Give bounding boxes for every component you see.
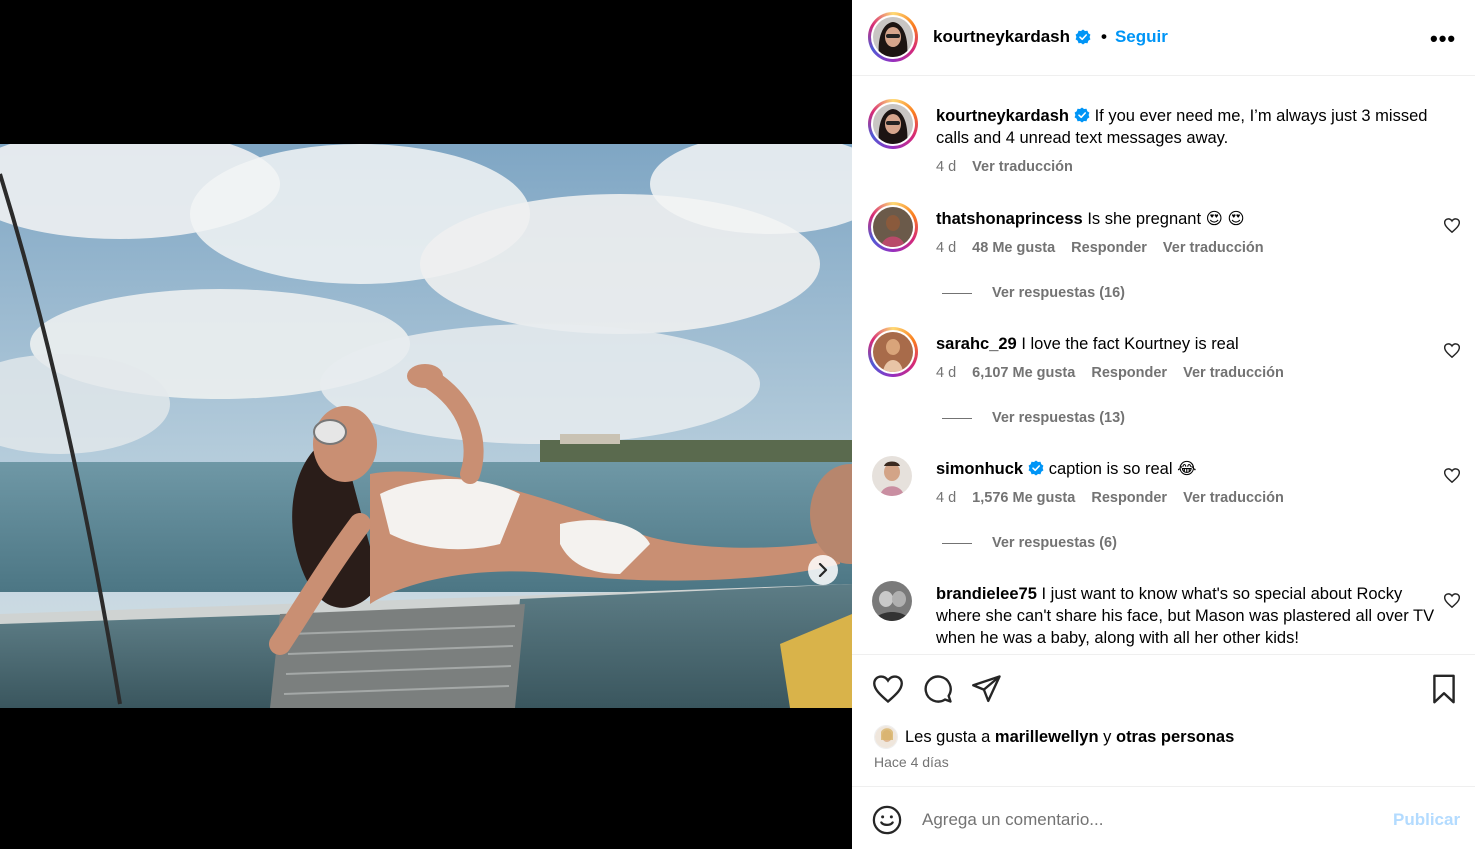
- comments-list: kourtneykardash If you ever need me, I’m…: [852, 77, 1475, 653]
- view-replies-button[interactable]: Ver respuestas (13): [942, 410, 1125, 426]
- reply-button[interactable]: Responder: [1071, 240, 1147, 256]
- comment-text: Is she pregnant 😍 😍: [1087, 210, 1245, 228]
- commenter-photo: [872, 581, 912, 621]
- emoji-icon[interactable]: [872, 805, 902, 835]
- comment-meta: 4 d 1,576 Me gusta Responder Ver traducc…: [936, 490, 1300, 506]
- comment-text: caption is so real 😂: [1048, 460, 1197, 478]
- comment-icon[interactable]: [923, 674, 953, 704]
- beach-boat-photo: [0, 144, 852, 708]
- comment-text-block: thatshonaprincess Is she pregnant 😍 😍: [936, 208, 1446, 230]
- commenter-photo: [873, 207, 913, 247]
- add-comment-bar: Publicar: [852, 786, 1475, 849]
- save-bookmark-icon[interactable]: [1432, 674, 1456, 704]
- comment-time[interactable]: 4 d: [936, 490, 956, 506]
- liker-avatar[interactable]: [874, 725, 898, 749]
- comment-text: I love the fact Kourtney is real: [1021, 335, 1239, 353]
- comment-text-block: simonhuck caption is so real 😂: [936, 458, 1446, 480]
- instagram-post-modal: kourtneykardash • Seguir ••• kourtneykar…: [0, 0, 1475, 849]
- caption-username[interactable]: kourtneykardash: [936, 107, 1069, 125]
- like-comment-icon[interactable]: [1444, 343, 1460, 358]
- commenter-avatar[interactable]: [868, 202, 918, 252]
- view-replies-label: Ver respuestas (16): [992, 285, 1125, 301]
- liker-username[interactable]: marillewellyn: [995, 728, 1099, 747]
- more-options-button[interactable]: •••: [1430, 26, 1456, 52]
- comment-text-block: sarahc_29 I love the fact Kourtney is re…: [936, 333, 1446, 355]
- comment-time[interactable]: 4 d: [936, 365, 956, 381]
- commenter-avatar[interactable]: [872, 581, 912, 621]
- replies-line: [942, 292, 972, 294]
- comment-username[interactable]: brandielee75: [936, 585, 1037, 603]
- reply-button[interactable]: Responder: [1091, 365, 1167, 381]
- chevron-right-icon: [818, 563, 828, 577]
- like-comment-icon[interactable]: [1444, 468, 1460, 483]
- likes-summary: Les gusta a marillewellyn y otras person…: [874, 725, 1234, 749]
- view-replies-label: Ver respuestas (13): [992, 410, 1125, 426]
- comment-likes[interactable]: 6,107 Me gusta: [972, 365, 1075, 381]
- author-username[interactable]: kourtneykardash: [933, 27, 1070, 47]
- separator-dot: •: [1101, 27, 1107, 46]
- verified-badge-icon: [1028, 460, 1044, 476]
- like-comment-icon[interactable]: [1444, 593, 1460, 608]
- comment-meta: 4 d 6,107 Me gusta Responder Ver traducc…: [936, 365, 1300, 381]
- commenter-photo: [872, 456, 912, 496]
- reply-button[interactable]: Responder: [1091, 490, 1167, 506]
- comment-input[interactable]: [922, 807, 1362, 833]
- publish-button[interactable]: Publicar: [1393, 810, 1460, 830]
- commenter-photo: [873, 332, 913, 372]
- see-translation-link[interactable]: Ver traducción: [1183, 365, 1284, 381]
- comment-username[interactable]: simonhuck: [936, 460, 1023, 478]
- post-actions: Les gusta a marillewellyn y otras person…: [852, 654, 1475, 786]
- next-slide-button[interactable]: [808, 555, 838, 585]
- comment-username[interactable]: sarahc_29: [936, 335, 1017, 353]
- follow-button[interactable]: Seguir: [1115, 27, 1168, 47]
- likes-prefix: Les gusta a: [905, 727, 991, 746]
- see-translation-link[interactable]: Ver traducción: [972, 159, 1073, 175]
- commenter-avatar[interactable]: [868, 327, 918, 377]
- liker-photo: [875, 726, 897, 748]
- comment-time[interactable]: 4 d: [936, 240, 956, 256]
- see-translation-link[interactable]: Ver traducción: [1163, 240, 1264, 256]
- like-comment-icon[interactable]: [1444, 218, 1460, 233]
- comment-likes[interactable]: 1,576 Me gusta: [972, 490, 1075, 506]
- verified-badge-icon: [1074, 107, 1090, 123]
- post-timestamp[interactable]: Hace 4 días: [874, 754, 949, 770]
- comment-text-block: brandielee75 I just want to know what's …: [936, 583, 1446, 649]
- share-icon[interactable]: [972, 675, 1002, 703]
- caption-author-avatar[interactable]: [868, 99, 918, 149]
- media-viewer: [0, 0, 852, 849]
- see-translation-link[interactable]: Ver traducción: [1183, 490, 1284, 506]
- comment-meta: 4 d 48 Me gusta Responder Ver traducción: [936, 240, 1280, 256]
- view-replies-button[interactable]: Ver respuestas (16): [942, 285, 1125, 301]
- post-author-line: kourtneykardash • Seguir: [933, 27, 1168, 47]
- caption-time[interactable]: 4 d: [936, 159, 956, 175]
- post-header: kourtneykardash • Seguir •••: [852, 0, 1475, 76]
- author-avatar[interactable]: [868, 12, 918, 62]
- other-likers-link[interactable]: otras personas: [1116, 728, 1234, 747]
- author-photo: [873, 17, 913, 57]
- replies-line: [942, 417, 972, 419]
- caption-text-block: kourtneykardash If you ever need me, I’m…: [936, 105, 1446, 149]
- view-replies-button[interactable]: Ver respuestas (6): [942, 535, 1117, 551]
- verified-badge-icon: [1075, 29, 1091, 45]
- post-photo[interactable]: [0, 144, 852, 708]
- comment-likes[interactable]: 48 Me gusta: [972, 240, 1055, 256]
- like-post-icon[interactable]: [873, 675, 903, 703]
- caption-meta: 4 d Ver traducción: [936, 159, 1089, 175]
- replies-line: [942, 542, 972, 544]
- commenter-avatar[interactable]: [872, 456, 912, 496]
- author-photo: [873, 104, 913, 144]
- post-side-panel: kourtneykardash • Seguir ••• kourtneykar…: [852, 0, 1475, 849]
- likes-joiner: y: [1103, 727, 1112, 746]
- comment-username[interactable]: thatshonaprincess: [936, 210, 1083, 228]
- view-replies-label: Ver respuestas (6): [992, 535, 1117, 551]
